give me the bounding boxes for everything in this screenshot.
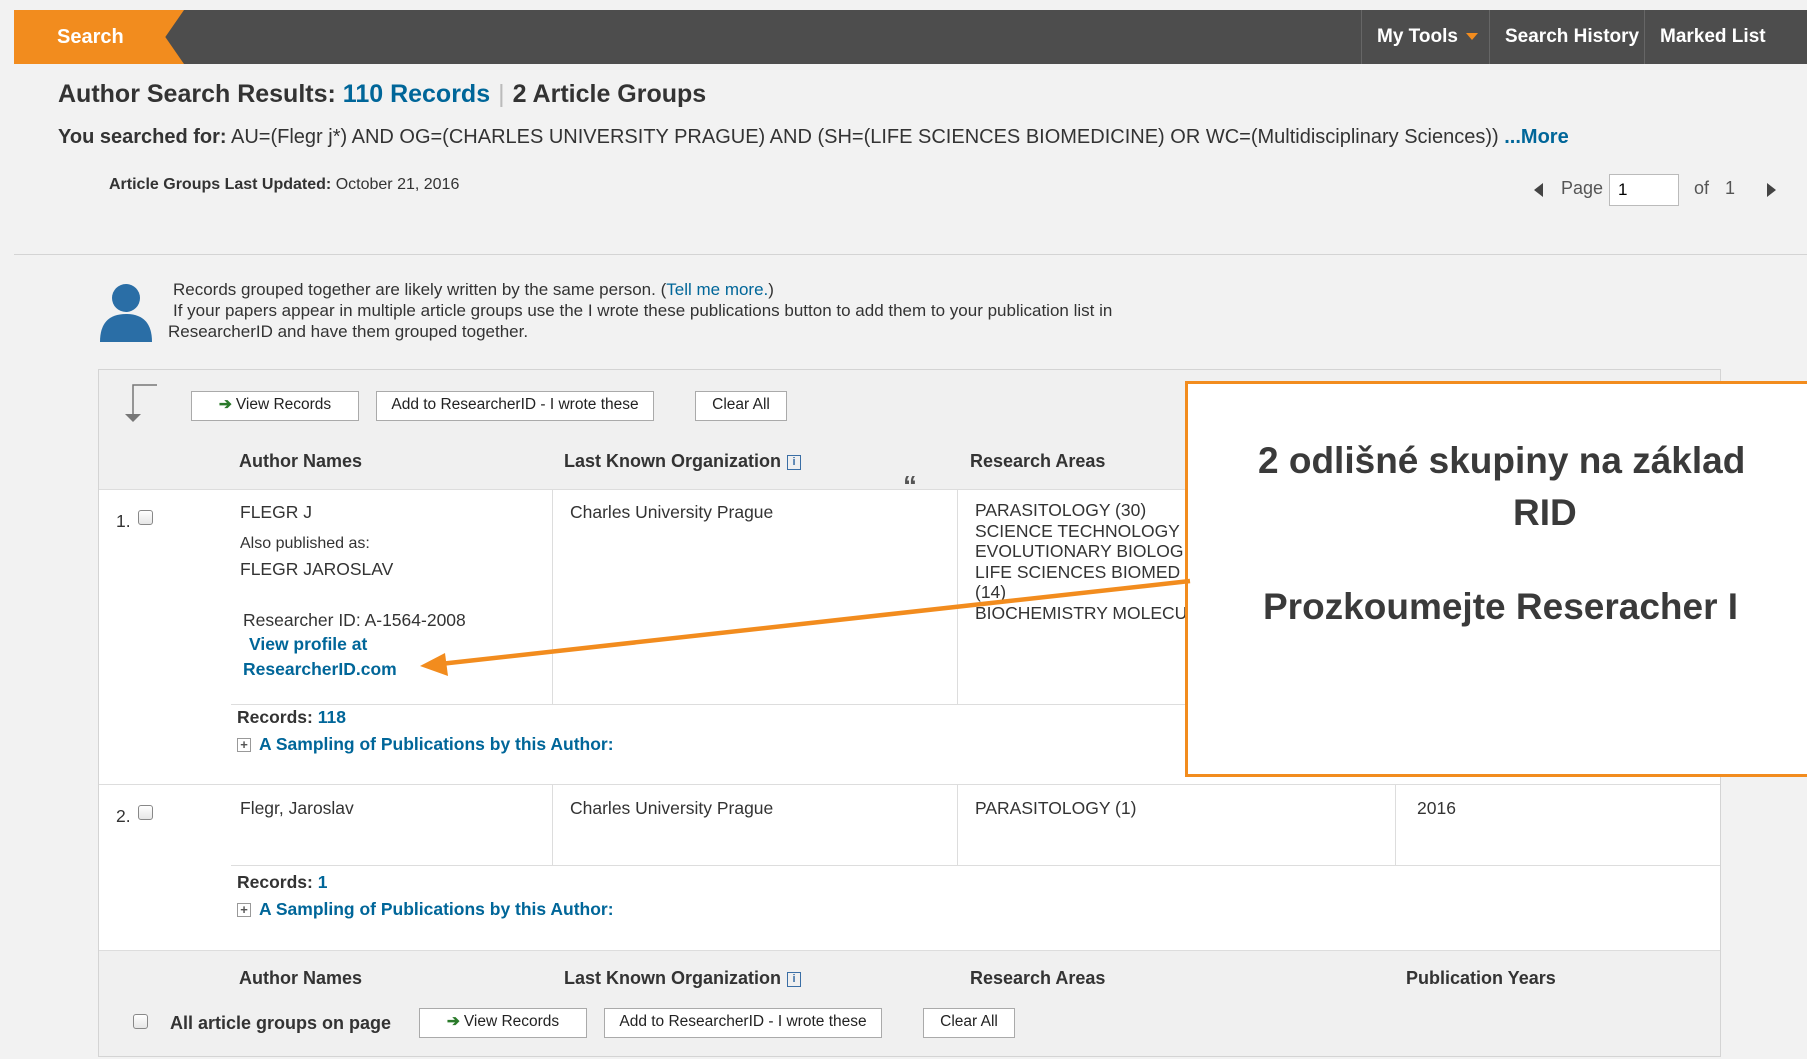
chevron-down-icon	[1465, 33, 1478, 41]
sampling-label: A Sampling of Publications by this Autho…	[259, 734, 614, 754]
add-to-researcherid-button[interactable]: Add to ResearcherID - I wrote these	[604, 1008, 882, 1038]
records-label: Records:	[237, 872, 313, 892]
sampling-label: A Sampling of Publications by this Autho…	[259, 899, 614, 919]
col-org-label: Last Known Organization	[564, 968, 782, 988]
records-link[interactable]: 118	[318, 707, 346, 727]
col-publication-years: Publication Years	[1406, 968, 1556, 988]
my-tools-menu[interactable]: My Tools	[1361, 10, 1493, 64]
next-page-icon[interactable]	[1767, 183, 1776, 197]
view-records-label: View Records	[463, 1013, 560, 1030]
page-number-input[interactable]	[1609, 174, 1679, 206]
clear-all-button[interactable]: Clear All	[695, 391, 787, 421]
callout-line-1: 2 odlišné skupiny na základ	[1258, 440, 1746, 481]
page-title: Author Search Results: 110 Records | 2 Art…	[58, 80, 706, 109]
groups-count: 2 Article Groups	[512, 80, 707, 108]
clear-all-button[interactable]: Clear All	[923, 1008, 1015, 1038]
tell-me-more-link[interactable]: Tell me more.	[666, 280, 768, 299]
add-to-researcherid-button[interactable]: Add to ResearcherID - I wrote these	[376, 391, 654, 421]
row-divider	[99, 784, 1720, 785]
quote-mark-icon: “	[903, 470, 917, 501]
row-2-checkbox[interactable]	[138, 805, 153, 820]
col-last-known-org: Last Known Organization i	[564, 451, 802, 472]
query-text: AU=(Flegr j*) AND OG=(CHARLES UNIVERSITY…	[231, 126, 1499, 148]
research-area-item: SCIENCE TECHNOLOGY	[975, 520, 1180, 541]
research-area-item: EVOLUTIONARY BIOLOG	[975, 541, 1184, 561]
column-divider	[957, 784, 958, 865]
all-groups-label: All article groups on page	[170, 1013, 392, 1033]
search-tab[interactable]: Search	[14, 10, 184, 64]
col-org-label: Last Known Organization	[564, 451, 782, 471]
section-divider	[14, 254, 1807, 255]
info-paren: )	[768, 280, 774, 299]
more-link[interactable]: ...More	[1504, 126, 1568, 148]
pager: Page of 1	[1534, 174, 1794, 206]
of-label: of	[1694, 178, 1710, 198]
last-updated: Article Groups Last Updated: October 21,…	[109, 176, 459, 194]
search-history-link[interactable]: Search History	[1489, 10, 1654, 64]
author-name: Flegr, Jaroslav	[240, 798, 354, 818]
records-count: Records: 1	[237, 872, 327, 893]
records-link[interactable]: 1	[318, 872, 328, 892]
page-label: Page	[1561, 178, 1604, 198]
research-area-item: PARASITOLOGY (30)	[975, 500, 1147, 520]
updated-date: October 21, 2016	[335, 176, 460, 193]
info-line-2: If your papers appear in multiple articl…	[173, 301, 1113, 320]
searched-label: You searched for:	[58, 126, 227, 148]
prev-page-icon[interactable]	[1534, 183, 1543, 197]
column-divider	[1395, 784, 1396, 865]
col-research-areas: Research Areas	[970, 451, 1106, 471]
callout-line-3: Prozkoumejte Reseracher I	[1263, 586, 1739, 627]
column-divider	[552, 784, 553, 865]
records-count-link[interactable]: 110 Records	[343, 80, 490, 108]
view-records-label: View Records	[235, 396, 332, 413]
sampling-toggle[interactable]: + A Sampling of Publications by this Auth…	[237, 734, 614, 755]
organization: Charles University Prague	[570, 502, 774, 522]
info-line-3: ResearcherID and have them grouped toget…	[168, 322, 529, 341]
search-query: You searched for: AU=(Flegr j*) AND OG=(…	[58, 126, 1569, 149]
col-author-names: Author Names	[239, 451, 363, 471]
title-prefix: Author Search Results:	[58, 80, 336, 108]
table-footer-band	[99, 950, 1720, 1056]
arrow-right-icon: ➔	[446, 1013, 460, 1030]
annotation-arrow-icon	[420, 578, 1191, 676]
publication-years: 2016	[1417, 798, 1456, 818]
select-arrow-icon	[125, 384, 157, 422]
callout-line-2: RID	[1513, 492, 1577, 533]
my-tools-label: My Tools	[1377, 26, 1458, 47]
col-research-areas: Research Areas	[970, 968, 1106, 988]
research-area-item: PARASITOLOGY (1)	[975, 798, 1137, 818]
records-label: Records:	[237, 707, 313, 727]
organization: Charles University Prague	[570, 798, 774, 818]
arrow-right-icon: ➔	[218, 396, 232, 413]
row-divider	[231, 865, 1720, 866]
row-1-checkbox[interactable]	[138, 510, 153, 525]
marked-list-link[interactable]: Marked List	[1644, 10, 1781, 64]
author-name: FLEGR J	[240, 502, 312, 522]
annotation-callout: 2 odlišné skupiny na základ RID Prozkoum…	[1185, 381, 1807, 777]
title-divider: |	[498, 80, 505, 108]
row-number: 1.	[116, 511, 131, 531]
view-records-button[interactable]: ➔ View Records	[191, 391, 359, 421]
col-last-known-org: Last Known Organization i	[564, 968, 802, 989]
sampling-toggle[interactable]: + A Sampling of Publications by this Auth…	[237, 899, 614, 920]
info-icon[interactable]: i	[787, 455, 802, 470]
person-icon	[100, 284, 152, 342]
also-published-name: FLEGR JAROSLAV	[240, 559, 394, 579]
info-text-1: Records grouped together are likely writ…	[173, 280, 667, 299]
plus-icon: +	[237, 903, 251, 917]
updated-label: Article Groups Last Updated:	[109, 176, 332, 193]
col-author-names: Author Names	[239, 968, 363, 988]
info-icon[interactable]: i	[787, 972, 802, 987]
view-profile-link-line1[interactable]: View profile at	[249, 634, 367, 655]
select-all-checkbox[interactable]	[133, 1014, 148, 1029]
info-line-1: Records grouped together are likely writ…	[173, 280, 774, 300]
row-number: 2.	[116, 806, 131, 826]
total-pages: 1	[1725, 178, 1736, 198]
plus-icon: +	[237, 738, 251, 752]
view-records-button[interactable]: ➔ View Records	[419, 1008, 587, 1038]
view-profile-link-line2[interactable]: ResearcherID.com	[243, 659, 397, 680]
also-published-label: Also published as:	[240, 535, 370, 552]
records-count: Records: 118	[237, 707, 346, 728]
